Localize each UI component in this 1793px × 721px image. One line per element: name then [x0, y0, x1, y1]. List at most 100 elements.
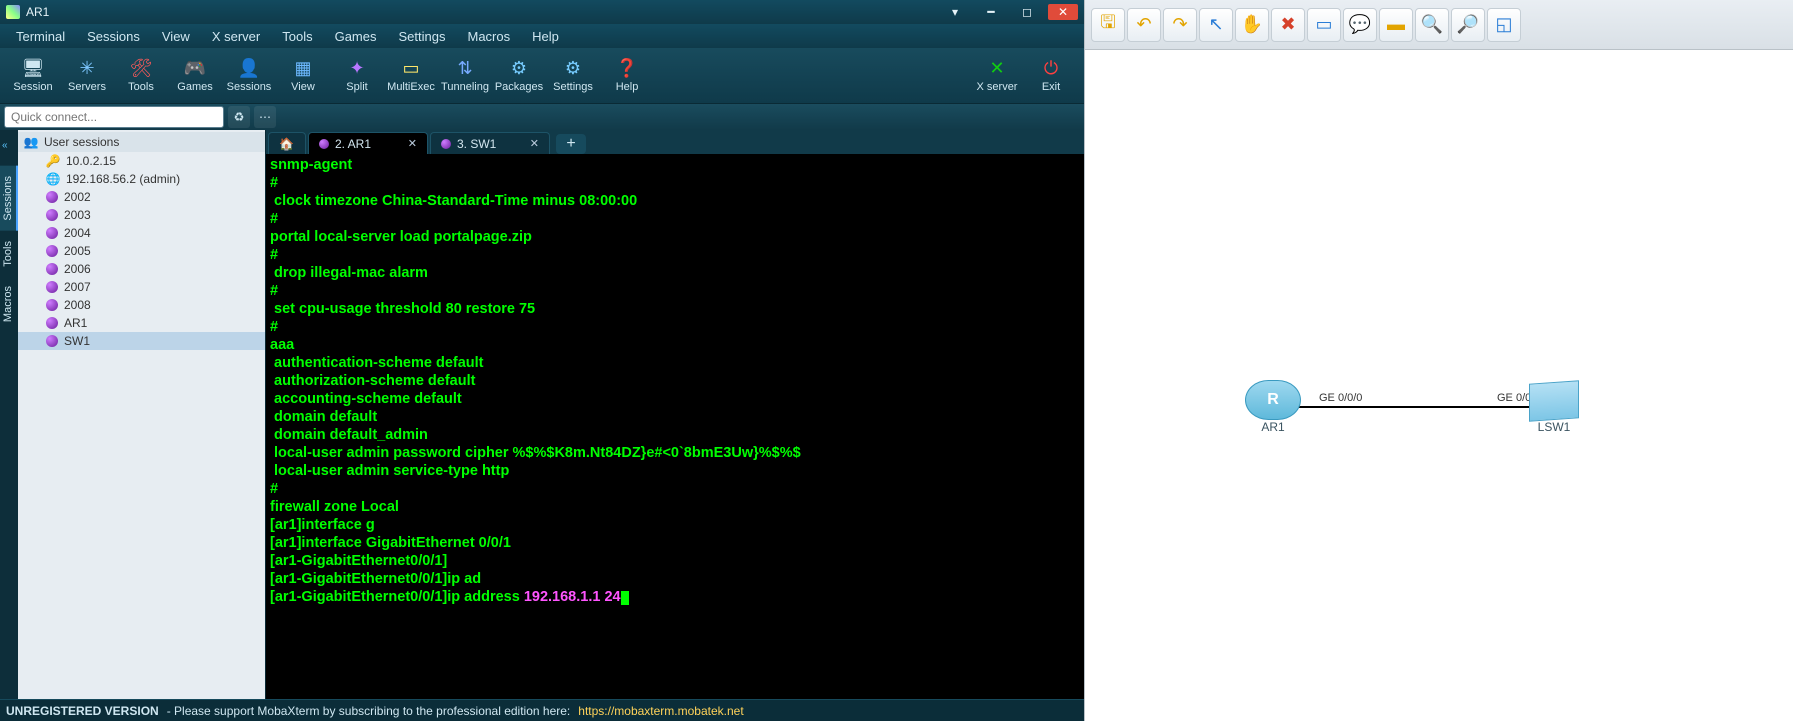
home-icon: 🏠 [279, 137, 294, 151]
topo-delete-button[interactable]: ✖ [1271, 8, 1305, 42]
tab-close-icon[interactable]: ✕ [408, 137, 417, 150]
toolbar-xserver-button[interactable]: X server [970, 51, 1024, 101]
sessions-icon [239, 59, 259, 79]
multiexec-icon [401, 59, 421, 79]
topo-zoomin-button[interactable]: 🔍 [1415, 8, 1449, 42]
session-dot-icon [46, 335, 58, 347]
quick-dots-icon[interactable]: ⋯ [254, 106, 276, 128]
status-bar: UNREGISTERED VERSION - Please support Mo… [0, 699, 1084, 721]
quick-connect-bar: ♻ ⋯ [0, 104, 1084, 130]
toolbar-exit-button[interactable]: Exit [1024, 51, 1078, 101]
main-toolbar: SessionServersToolsGamesSessionsViewSpli… [0, 48, 1084, 104]
topology-canvas[interactable]: GE 0/0/0 GE 0/0/1 R AR1 LSW1 [1085, 50, 1793, 721]
window-controls: ▾ ━ ◻ ✕ [940, 4, 1078, 20]
toolbar-packages-button[interactable]: Packages [492, 51, 546, 101]
tree-item-2006[interactable]: 2006 [18, 260, 265, 278]
tree-item-2003[interactable]: 2003 [18, 206, 265, 224]
session-dot-icon [46, 191, 58, 203]
side-tab-tools[interactable]: Tools [0, 231, 16, 277]
dropdown-button[interactable]: ▾ [940, 4, 970, 20]
toolbar-help-button[interactable]: Help [600, 51, 654, 101]
menu-sessions[interactable]: Sessions [77, 27, 150, 46]
toolbar-tunneling-button[interactable]: Tunneling [438, 51, 492, 101]
tab-ar1[interactable]: 2. AR1✕ [308, 132, 428, 154]
terminal-area: 🏠 2. AR1✕3. SW1✕ + snmp-agent# clock timez… [266, 130, 1084, 699]
menu-tools[interactable]: Tools [272, 27, 322, 46]
toolbar-session-button[interactable]: Session [6, 51, 60, 101]
topo-fit-button[interactable]: ◱ [1487, 8, 1521, 42]
quick-recycle-icon[interactable]: ♻ [228, 106, 250, 128]
title-bar: AR1 ▾ ━ ◻ ✕ [0, 0, 1084, 24]
topo-dev-button[interactable]: ▭ [1307, 8, 1341, 42]
topo-zoomout-button[interactable]: 🔎 [1451, 8, 1485, 42]
tree-header[interactable]: User sessions [18, 132, 265, 152]
session-dot-icon [46, 317, 58, 329]
status-link[interactable]: https://mobaxterm.mobatek.net [578, 704, 743, 718]
quick-connect-input[interactable] [4, 106, 224, 128]
side-tab-macros[interactable]: Macros [0, 276, 16, 332]
tree-item-2008[interactable]: 2008 [18, 296, 265, 314]
maximize-button[interactable]: ◻ [1012, 4, 1042, 20]
games-icon [185, 59, 205, 79]
minimize-button[interactable]: ━ [976, 4, 1006, 20]
session-dot-icon [46, 263, 58, 275]
menu-terminal[interactable]: Terminal [6, 27, 75, 46]
tab-home[interactable]: 🏠 [268, 132, 306, 154]
split-icon [347, 59, 367, 79]
help-icon [617, 59, 637, 79]
toolbar-tools-button[interactable]: Tools [114, 51, 168, 101]
packages-icon [509, 59, 529, 79]
toolbar-split-button[interactable]: Split [330, 51, 384, 101]
menu-settings[interactable]: Settings [389, 27, 456, 46]
menu-games[interactable]: Games [325, 27, 387, 46]
toolbar-games-button[interactable]: Games [168, 51, 222, 101]
tab-sw1[interactable]: 3. SW1✕ [430, 132, 550, 154]
switch-label: LSW1 [1538, 420, 1571, 434]
terminal-output[interactable]: snmp-agent# clock timezone China-Standar… [266, 154, 1084, 699]
topo-rect-button[interactable]: ▬ [1379, 8, 1413, 42]
tree-item-192-168-56-2-admin-[interactable]: 192.168.56.2 (admin) [18, 170, 265, 188]
router-node[interactable]: R AR1 [1245, 380, 1301, 434]
toolbar-multiexec-button[interactable]: MultiExec [384, 51, 438, 101]
tools-icon [131, 59, 151, 79]
topology-link[interactable] [1294, 406, 1544, 408]
tree-item-10-0-2-15[interactable]: 10.0.2.15 [18, 152, 265, 170]
collapse-sidebar-icon[interactable]: « [2, 140, 16, 154]
menu-help[interactable]: Help [522, 27, 569, 46]
topo-save-button[interactable]: 🖫 [1091, 8, 1125, 42]
exit-icon [1041, 59, 1061, 79]
side-tab-sessions[interactable]: Sessions [0, 166, 18, 231]
topo-pointer-button[interactable]: ↖ [1199, 8, 1233, 42]
terminal-tabs: 🏠 2. AR1✕3. SW1✕ + [266, 130, 1084, 154]
close-button[interactable]: ✕ [1048, 4, 1078, 20]
tree-item-sw1[interactable]: SW1 [18, 332, 265, 350]
tab-dot-icon [319, 139, 329, 149]
topo-undo-button[interactable]: ↶ [1127, 8, 1161, 42]
user-sessions-icon [24, 135, 38, 149]
toolbar-settings-button[interactable]: Settings [546, 51, 600, 101]
tab-add-button[interactable]: + [556, 134, 586, 154]
tree-item-2002[interactable]: 2002 [18, 188, 265, 206]
toolbar-view-button[interactable]: View [276, 51, 330, 101]
tab-close-icon[interactable]: ✕ [530, 137, 539, 150]
link-label-left: GE 0/0/0 [1317, 392, 1364, 404]
switch-node[interactable]: LSW1 [1529, 382, 1579, 434]
side-tab-strip: « SessionsToolsMacros [0, 130, 18, 699]
topo-redo-button[interactable]: ↷ [1163, 8, 1197, 42]
topo-text-button[interactable]: 💬 [1343, 8, 1377, 42]
tree-item-ar1[interactable]: AR1 [18, 314, 265, 332]
globe-icon [46, 172, 60, 186]
topo-hand-button[interactable]: ✋ [1235, 8, 1269, 42]
switch-icon [1529, 380, 1579, 421]
menu-bar: TerminalSessionsViewX serverToolsGamesSe… [0, 24, 1084, 48]
menu-x-server[interactable]: X server [202, 27, 270, 46]
tree-item-2004[interactable]: 2004 [18, 224, 265, 242]
toolbar-sessions-button[interactable]: Sessions [222, 51, 276, 101]
menu-view[interactable]: View [152, 27, 200, 46]
tree-item-2007[interactable]: 2007 [18, 278, 265, 296]
tab-dot-icon [441, 139, 451, 149]
toolbar-servers-button[interactable]: Servers [60, 51, 114, 101]
servers-icon [77, 59, 97, 79]
tree-item-2005[interactable]: 2005 [18, 242, 265, 260]
menu-macros[interactable]: Macros [457, 27, 520, 46]
